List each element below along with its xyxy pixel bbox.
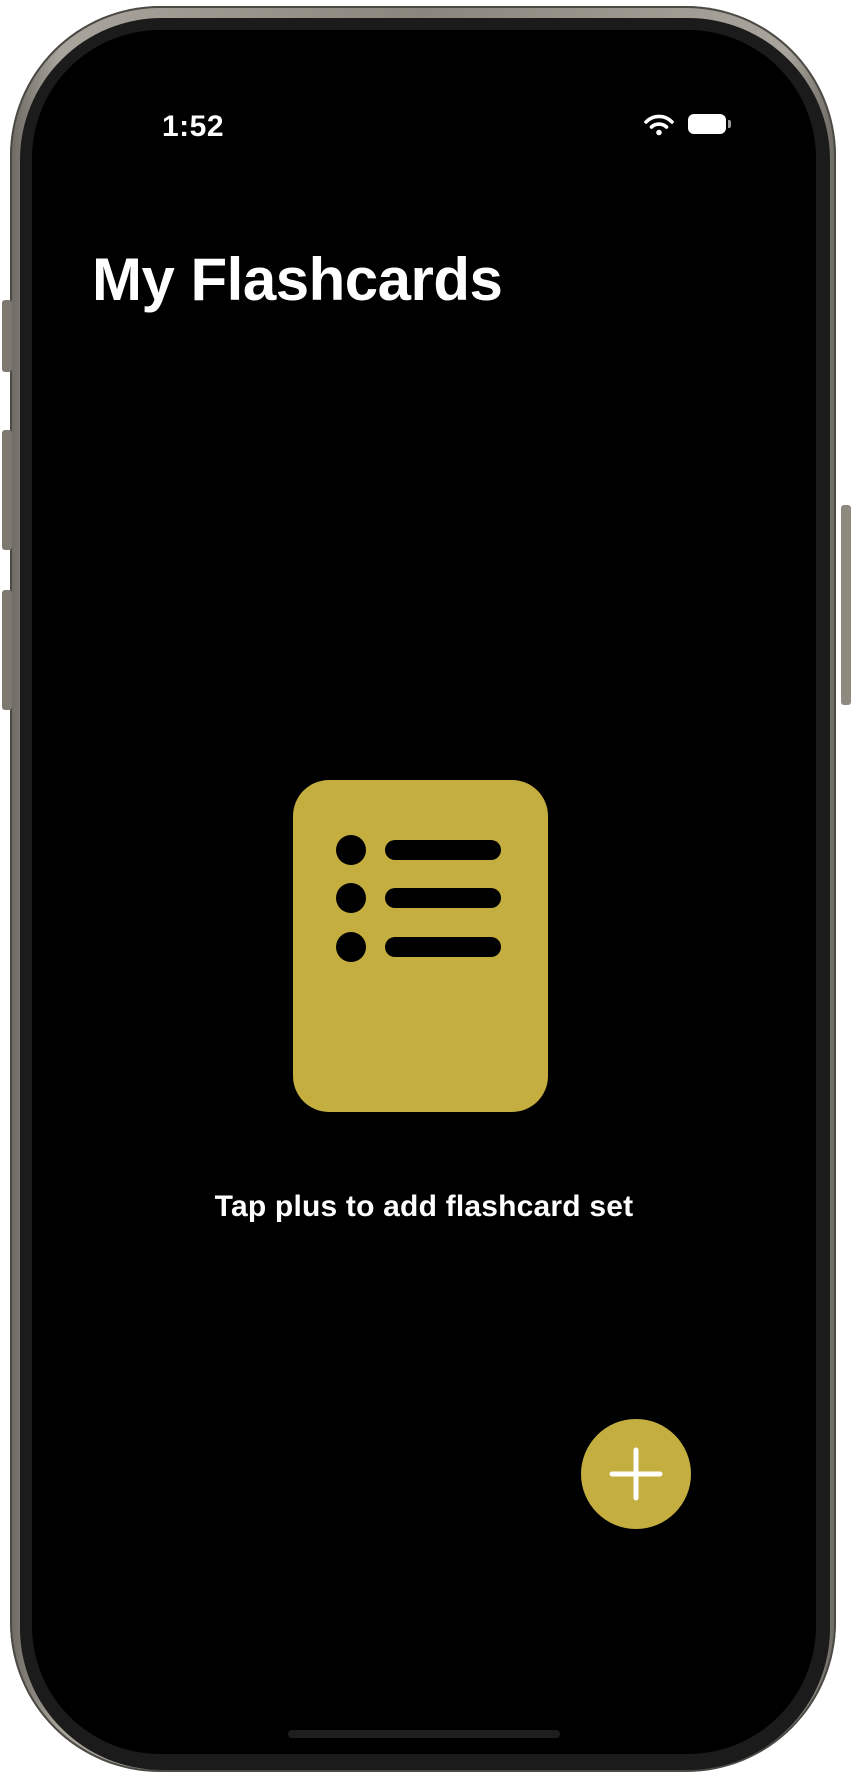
power-button (841, 505, 851, 705)
status-time: 1:52 (162, 110, 225, 143)
volume-down-button (2, 590, 12, 710)
empty-state-message: Tap plus to add flashcard set (214, 1190, 634, 1223)
status-bar: 1:52 (32, 30, 816, 170)
plus-icon (606, 1444, 666, 1504)
list-document-icon (293, 780, 548, 1112)
action-button (2, 300, 12, 372)
app-screen: 1:52 My Flashcards Tap plus to add flash… (32, 30, 816, 1754)
home-indicator (288, 1730, 560, 1738)
volume-up-button (2, 430, 12, 550)
add-flashcard-set-button[interactable] (581, 1419, 691, 1529)
status-icons (644, 114, 732, 136)
page-title: My Flashcards (92, 246, 503, 313)
battery-icon (688, 114, 732, 136)
wifi-icon (644, 114, 674, 136)
